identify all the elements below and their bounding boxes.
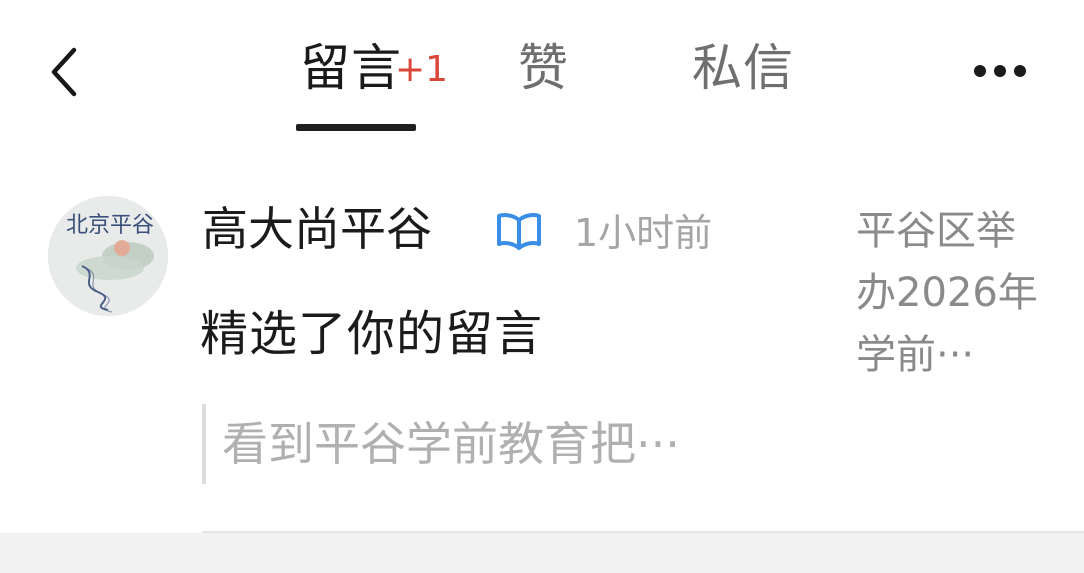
book-verified-icon xyxy=(495,210,543,252)
comments-badge: +1 xyxy=(395,49,449,90)
article-title[interactable]: 平谷区举办2026年学前··· xyxy=(856,200,1046,386)
avatar-text: 北京平谷 xyxy=(66,213,154,238)
tab-messages[interactable]: 私信 xyxy=(692,36,794,100)
notification-action: 精选了你的留言 xyxy=(200,306,544,362)
more-dot xyxy=(994,65,1006,77)
tab-likes[interactable]: 赞 xyxy=(518,36,569,100)
more-horizontal-icon xyxy=(974,65,986,77)
more-button[interactable] xyxy=(968,58,1032,84)
timestamp: 1小时前 xyxy=(574,211,713,255)
account-name[interactable]: 高大尚平谷 xyxy=(202,198,432,260)
chevron-left-icon xyxy=(51,47,77,97)
quoted-comment[interactable]: 看到平谷学前教育把··· xyxy=(222,414,680,474)
more-dot xyxy=(1014,65,1026,77)
list-background xyxy=(0,533,1084,573)
avatar[interactable]: 北京平谷 xyxy=(48,196,168,316)
avatar-image: 北京平谷 xyxy=(48,196,168,316)
active-tab-indicator xyxy=(296,124,416,131)
top-bar: 留言 +1 赞 私信 xyxy=(0,0,1084,140)
tab-comments[interactable]: 留言 xyxy=(300,36,402,100)
notification-item[interactable]: 北京平谷 高大尚平谷 1小时前 精选了你的留言 看到平谷学前教育把··· 平谷区… xyxy=(0,160,1084,533)
quote-bar xyxy=(202,404,206,484)
back-button[interactable] xyxy=(44,44,88,100)
